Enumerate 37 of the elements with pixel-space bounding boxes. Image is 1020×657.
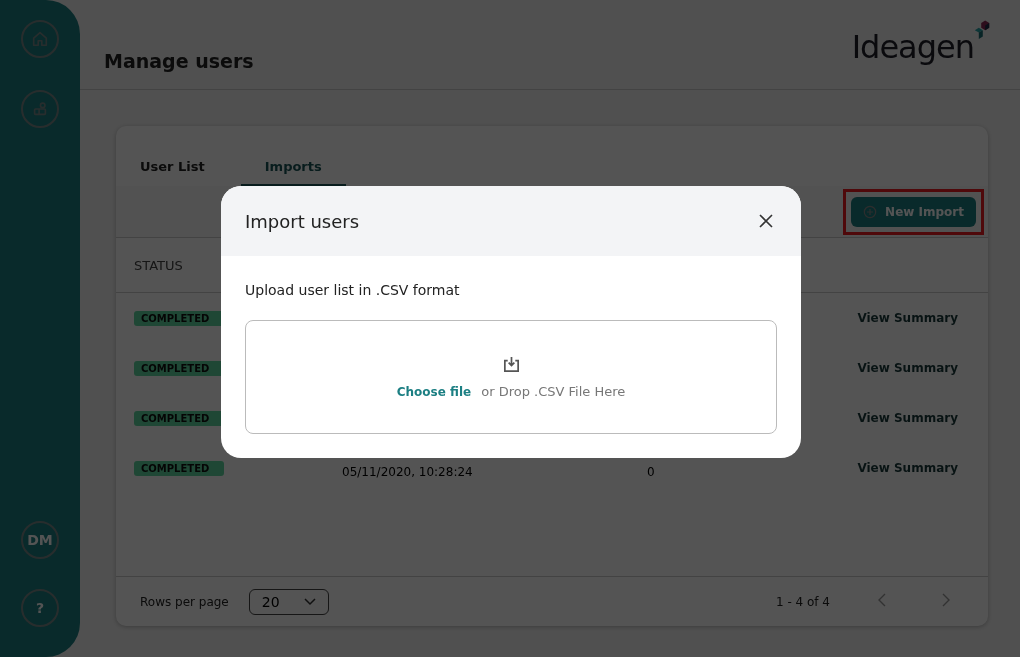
rows-per-page-select[interactable]: 20 bbox=[248, 588, 329, 615]
status-badge: COMPLETED bbox=[134, 310, 224, 326]
table-cell-text: 0 bbox=[647, 464, 656, 479]
view-summary-link[interactable]: View Summary bbox=[857, 461, 958, 475]
close-icon bbox=[759, 214, 773, 228]
drop-hint: or Drop .CSV File Here bbox=[481, 384, 626, 399]
logo-text: Ideagen bbox=[851, 28, 974, 66]
file-drop-zone[interactable]: Choose file or Drop .CSV File Here bbox=[245, 320, 777, 434]
view-summary-link[interactable]: View Summary bbox=[857, 361, 958, 375]
chevron-left-icon bbox=[878, 593, 886, 607]
dialog-title: Import users bbox=[245, 210, 360, 232]
choose-file-link[interactable]: Choose file bbox=[396, 384, 472, 399]
upload-icon bbox=[501, 355, 521, 374]
profile-avatar[interactable]: DM bbox=[21, 521, 59, 559]
page-title: Manage users bbox=[104, 50, 254, 72]
cubes-logo-icon bbox=[974, 20, 990, 42]
status-badge: COMPLETED bbox=[134, 360, 224, 376]
status-badge: COMPLETED bbox=[134, 410, 224, 426]
rows-per-page-label: Rows per page bbox=[140, 594, 229, 609]
help-button[interactable]: ? bbox=[21, 589, 59, 627]
column-header: STATUS bbox=[134, 257, 183, 273]
chevron-right-icon bbox=[942, 593, 950, 607]
close-button[interactable] bbox=[757, 212, 775, 230]
table-cell-text: 05/11/2020, 10:28:24 bbox=[342, 464, 474, 479]
view-summary-link[interactable]: View Summary bbox=[857, 411, 958, 425]
status-badge: COMPLETED bbox=[134, 460, 224, 476]
new-import-button[interactable]: New Import bbox=[851, 196, 976, 227]
plus-circle-icon bbox=[863, 204, 878, 219]
tab[interactable]: User List bbox=[128, 156, 217, 186]
nav-button[interactable] bbox=[21, 20, 59, 58]
view-summary-link[interactable]: View Summary bbox=[857, 311, 958, 325]
nav-button[interactable] bbox=[21, 90, 59, 128]
instruction-text: Upload user list in .CSV format bbox=[245, 282, 461, 298]
chevron-down-icon bbox=[303, 597, 316, 606]
home-icon bbox=[31, 30, 49, 48]
users-icon bbox=[31, 100, 49, 118]
page-range: 1 - 4 of 4 bbox=[775, 594, 830, 609]
